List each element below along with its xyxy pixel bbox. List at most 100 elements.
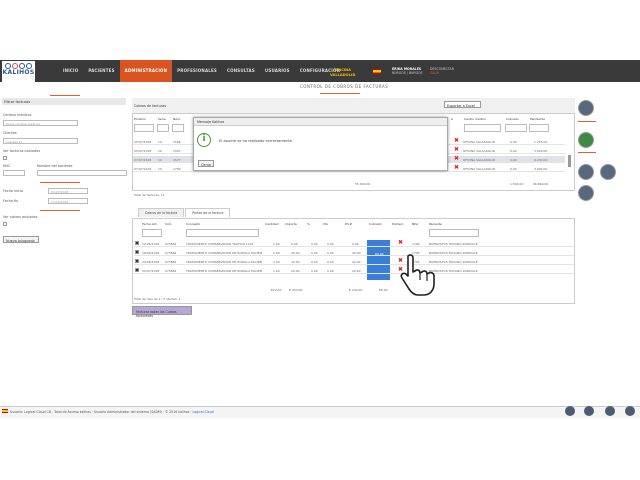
patient-input[interactable] xyxy=(37,170,127,176)
show-checkbox[interactable] xyxy=(3,222,7,226)
info-icon: i xyxy=(197,133,211,147)
invoice-all-button[interactable]: Facturar todas las Cuotas facturadas xyxy=(132,306,192,318)
office-line2: VALLADOLID xyxy=(330,72,356,77)
dfilter-fecha[interactable] xyxy=(142,229,162,237)
tab-partes[interactable]: Partes de la factura xyxy=(185,208,231,217)
row-checkbox[interactable] xyxy=(135,259,139,263)
detail-tabs: Cobros de la factura Partes de la factur… xyxy=(138,208,231,217)
filter-emision[interactable] xyxy=(134,124,154,132)
logout-link[interactable]: SALIR xyxy=(430,71,439,75)
to-date-input[interactable]: 17/10/2018 xyxy=(48,198,88,204)
delete-x-icon[interactable]: ✖ xyxy=(454,165,459,171)
row-qty: 1,00 xyxy=(273,250,280,255)
row-center: OFICINA VALLADOLID xyxy=(463,148,496,153)
app-logo[interactable]: KALIHOS xyxy=(2,61,35,82)
invoices-title: Cobros de facturas xyxy=(134,104,167,108)
row-center: OFICINA VALLADOLID xyxy=(463,166,496,171)
nav-profesionales[interactable]: PROFESIONALES xyxy=(172,60,222,82)
row-checkbox[interactable] xyxy=(135,241,139,245)
row-date: 07/07/2018 xyxy=(134,157,152,162)
user-location: BURGOS / BURGOS xyxy=(392,71,423,75)
row-concept: TRATAMIENTO CONSERVADOR DE RODILLA PACIE… xyxy=(186,259,263,264)
filter-num[interactable] xyxy=(172,124,184,132)
top-bar xyxy=(0,0,640,60)
footer-info: Usuario: Logical Cloud CB - Total de Acc… xyxy=(10,409,193,414)
delete-x-icon[interactable]: ✖ xyxy=(454,138,459,144)
col-centro: Centro médico xyxy=(464,117,486,121)
footer-link[interactable]: Logical Cloud xyxy=(192,410,213,414)
detail-row[interactable]: 18/06/2018 075864 TRATAMIENTO CONSERVADO… xyxy=(134,249,574,256)
filter-centro[interactable] xyxy=(464,124,501,132)
detail-row[interactable]: 20/06/2018 075864 TRATAMIENTO CONSERVADO… xyxy=(134,258,574,265)
row-imp: 20,00 xyxy=(291,259,300,264)
nav-usuarios[interactable]: USUARIOS xyxy=(260,60,295,82)
row-checkbox[interactable] xyxy=(135,250,139,254)
dfilter-concepto[interactable] xyxy=(186,229,259,237)
row-concept: TRATAMIENTO CONSERVADOR TRAFICO 1101 xyxy=(186,241,254,246)
row-serie: 10 xyxy=(158,166,162,171)
nhc-input[interactable] xyxy=(3,170,25,176)
orange-divider xyxy=(40,182,80,183)
show-label: Ver cobros anulados xyxy=(3,215,38,219)
nav-pacientes[interactable]: PACIENTES xyxy=(83,60,119,82)
tab-cobros[interactable]: Cobros de la factura xyxy=(138,208,185,217)
detail-row[interactable]: 12/06/2018 075864 TRATAMIENTO CONSERVADO… xyxy=(134,240,574,247)
orange-divider xyxy=(40,210,80,211)
delete-x-icon[interactable]: ✖ xyxy=(398,240,403,246)
filter-cobrado[interactable] xyxy=(505,124,527,132)
row-center: OFICINA VALLADOLID xyxy=(463,139,496,144)
row-date: 12/06/2018 xyxy=(142,241,160,246)
footer-settings-icon[interactable] xyxy=(625,406,635,416)
excel-icon[interactable] xyxy=(578,132,594,148)
dfilter-paciente[interactable] xyxy=(429,229,479,237)
client-select[interactable]: Clientes Pr xyxy=(3,138,78,144)
detail-row[interactable]: 02/07/2018 075864 TRATAMIENTO CONSERVADO… xyxy=(134,267,574,274)
nav-inicio[interactable]: INICIO xyxy=(58,60,83,82)
delete-x-icon[interactable]: ✖ xyxy=(454,147,459,153)
paid-checkbox[interactable] xyxy=(3,156,7,160)
footer-mail-icon[interactable] xyxy=(565,406,575,416)
filter-serie[interactable] xyxy=(157,124,169,132)
footer-chat-icon[interactable] xyxy=(605,406,615,416)
delete-x-icon[interactable]: ✖ xyxy=(454,156,459,162)
document-icon[interactable] xyxy=(578,164,594,180)
nav-consultas[interactable]: CONSULTAS xyxy=(222,60,260,82)
dcol-cantidad: Cantidad xyxy=(265,222,279,226)
export-excel-button[interactable]: Exportar a Excel xyxy=(444,101,481,108)
row-nfac: 1795 xyxy=(412,241,420,246)
dialog-title: Mensaje Kalihos xyxy=(194,118,447,126)
center-select[interactable]: Todos centros médicos xyxy=(3,120,78,126)
filter-pendiente[interactable] xyxy=(529,124,549,132)
row-checkbox[interactable] xyxy=(135,268,139,272)
row-qty: 1,00 xyxy=(273,241,280,246)
col-pendiente: Pendiente xyxy=(530,117,545,121)
row-pendiente: 1.225,00 xyxy=(534,139,548,144)
row-pct: 0,00 xyxy=(311,268,318,273)
row-imp: 20,00 xyxy=(291,268,300,273)
print-icon[interactable] xyxy=(578,100,594,116)
close-button[interactable]: Cerrar xyxy=(198,160,214,167)
orange-divider xyxy=(50,95,80,96)
nav-administracion[interactable]: ADMINISTRACIÓN xyxy=(119,60,173,82)
list-icon[interactable] xyxy=(600,164,616,180)
scrollbar[interactable] xyxy=(568,155,571,167)
footer-calendar-icon[interactable] xyxy=(584,406,594,416)
logout-area[interactable]: DESCONECTAR SALIR xyxy=(430,67,454,75)
dialog-message: El apunte se ha realizado correctamente. xyxy=(219,139,294,143)
row-date: 02/07/2018 xyxy=(142,268,160,273)
row-pvp: 0,00 xyxy=(352,241,359,246)
row-date: 05/07/2018 xyxy=(134,148,152,153)
from-date-input[interactable]: 01/07/2018 xyxy=(48,188,88,194)
col-num: Núm. xyxy=(173,117,182,121)
row-pct: 0,00 xyxy=(311,241,318,246)
user-icon[interactable] xyxy=(578,185,594,201)
total-importe: €22,00 xyxy=(271,288,282,292)
col-anular: A xyxy=(451,117,454,121)
col-emision: Emisión xyxy=(134,117,146,121)
row-imp: 20,00 xyxy=(291,250,300,255)
row-pvp: 20,00 xyxy=(352,250,361,255)
new-search-button[interactable]: Nueva búsqueda xyxy=(3,236,39,243)
row-serie: 10 xyxy=(158,157,162,162)
office-selector[interactable]: OFICINA VALLADOLID xyxy=(330,68,355,77)
spain-flag-icon[interactable] xyxy=(373,69,381,74)
